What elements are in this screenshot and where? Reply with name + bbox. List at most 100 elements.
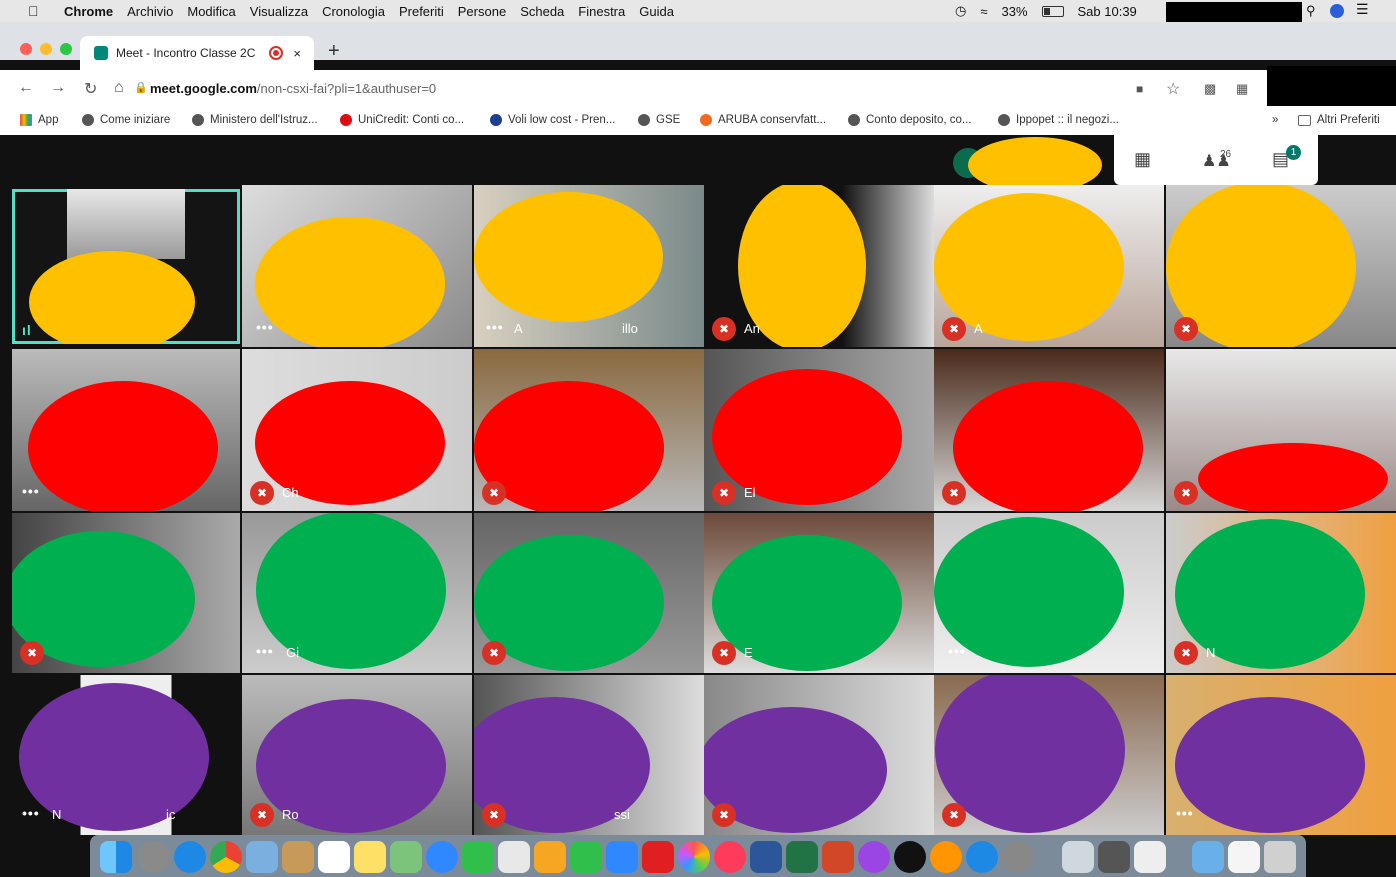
- bookmark-voli[interactable]: Voli low cost - Pren...: [490, 114, 615, 126]
- participant-tile[interactable]: •••: [242, 185, 472, 347]
- close-tab-icon[interactable]: ×: [293, 46, 301, 61]
- keynote-icon[interactable]: [606, 841, 638, 873]
- menu-persone[interactable]: Persone: [458, 4, 506, 19]
- participant-tile[interactable]: ✖ N: [1166, 513, 1396, 673]
- participant-tile[interactable]: ✖ Ro: [242, 675, 472, 835]
- menu-visualizza[interactable]: Visualizza: [250, 4, 308, 19]
- more-options-icon[interactable]: •••: [256, 319, 274, 335]
- bookmark-come-iniziare[interactable]: Come iniziare: [82, 114, 170, 126]
- participant-tile[interactable]: •••: [1166, 675, 1396, 835]
- textedit-icon[interactable]: [498, 841, 530, 873]
- close-window-button[interactable]: [20, 43, 32, 55]
- participant-tile[interactable]: ✖ El: [704, 349, 934, 511]
- contacts-icon[interactable]: [282, 841, 314, 873]
- apple-icon[interactable]: : [28, 3, 50, 19]
- forward-icon[interactable]: →: [50, 79, 66, 97]
- appstore-icon[interactable]: [966, 841, 998, 873]
- calendar-icon[interactable]: [318, 841, 350, 873]
- participant-tile[interactable]: ✖ An: [704, 185, 934, 347]
- extension-icon[interactable]: ▩: [1204, 81, 1216, 97]
- participant-tile[interactable]: ✖ ssi: [474, 675, 704, 835]
- participant-tile[interactable]: ••• A illo: [474, 185, 704, 347]
- time-machine-icon[interactable]: ◷: [955, 3, 966, 19]
- lock-icon[interactable]: 🔒: [134, 81, 148, 94]
- participant-tile[interactable]: ✖ A: [934, 185, 1164, 347]
- menu-app-name[interactable]: Chrome: [64, 4, 113, 19]
- calculator-icon[interactable]: [1098, 841, 1130, 873]
- facetime-icon[interactable]: [462, 841, 494, 873]
- layout-grid-icon[interactable]: ▦: [1134, 149, 1151, 170]
- tab-meet[interactable]: Meet - Incontro Classe 2C ×: [80, 36, 314, 70]
- more-options-icon[interactable]: •••: [948, 643, 966, 659]
- participant-tile[interactable]: ✖: [1166, 349, 1396, 511]
- participant-tile[interactable]: ✖: [12, 513, 240, 673]
- menubar-clock[interactable]: Sab 10:39: [1078, 4, 1137, 19]
- menu-archivio[interactable]: Archivio: [127, 4, 173, 19]
- document-icon[interactable]: [1134, 841, 1166, 873]
- preview-icon[interactable]: [246, 841, 278, 873]
- file-icon[interactable]: [1228, 841, 1260, 873]
- wifi-icon[interactable]: ≈: [980, 4, 987, 19]
- participant-tile[interactable]: •••: [12, 349, 240, 511]
- pages-icon[interactable]: [534, 841, 566, 873]
- participant-tile[interactable]: ✖: [474, 513, 704, 673]
- powerpoint-icon[interactable]: [822, 841, 854, 873]
- numbers-icon[interactable]: [570, 841, 602, 873]
- finder-icon[interactable]: [100, 841, 132, 873]
- more-options-icon[interactable]: •••: [486, 319, 504, 335]
- safari-icon[interactable]: [174, 841, 206, 873]
- participant-tile[interactable]: ıl: [12, 189, 240, 344]
- menu-preferiti[interactable]: Preferiti: [399, 4, 444, 19]
- participant-tile[interactable]: ••• N ic: [12, 675, 240, 835]
- bookmark-gse[interactable]: GSE: [638, 114, 680, 126]
- back-icon[interactable]: ←: [18, 79, 34, 97]
- minimize-window-button[interactable]: [40, 43, 52, 55]
- acrobat-icon[interactable]: [642, 841, 674, 873]
- menu-finestra[interactable]: Finestra: [578, 4, 625, 19]
- participant-tile[interactable]: ✖: [934, 349, 1164, 511]
- podcasts-icon[interactable]: [858, 841, 890, 873]
- more-options-icon[interactable]: •••: [1176, 805, 1194, 821]
- messages-icon[interactable]: [426, 841, 458, 873]
- participant-tile[interactable]: ✖: [474, 349, 704, 511]
- bookmark-aruba[interactable]: ARUBA conservfatt...: [700, 114, 826, 126]
- maps-icon[interactable]: [390, 841, 422, 873]
- extension-grid-icon[interactable]: ▦: [1236, 81, 1248, 97]
- bookmarks-overflow-button[interactable]: »: [1272, 114, 1278, 126]
- bookmark-app[interactable]: App: [20, 114, 58, 126]
- notification-center-icon[interactable]: ☰: [1356, 1, 1369, 18]
- chrome-icon[interactable]: [210, 841, 242, 873]
- camera-icon[interactable]: ■: [1136, 82, 1143, 96]
- bookmark-altri-preferiti[interactable]: Altri Preferiti: [1298, 114, 1380, 126]
- downloads-folder-icon[interactable]: [1192, 841, 1224, 873]
- image-capture-icon[interactable]: [1062, 841, 1094, 873]
- appletv-icon[interactable]: [894, 841, 926, 873]
- new-tab-button[interactable]: +: [328, 40, 340, 63]
- bookmark-star-icon[interactable]: ☆: [1166, 79, 1180, 99]
- participant-tile[interactable]: ••• Gi: [242, 513, 472, 673]
- participant-tile[interactable]: ✖ Ch: [242, 349, 472, 511]
- menu-cronologia[interactable]: Cronologia: [322, 4, 385, 19]
- bookmark-ministero[interactable]: Ministero dell'Istruz...: [192, 114, 318, 126]
- excel-icon[interactable]: [786, 841, 818, 873]
- music-icon[interactable]: [714, 841, 746, 873]
- participant-tile[interactable]: •••: [934, 513, 1164, 673]
- menu-scheda[interactable]: Scheda: [520, 4, 564, 19]
- photos-icon[interactable]: [678, 841, 710, 873]
- battery-icon[interactable]: [1041, 5, 1064, 17]
- reload-icon[interactable]: ↻: [84, 79, 97, 99]
- menu-guida[interactable]: Guida: [639, 4, 674, 19]
- bookmark-conto-deposito[interactable]: Conto deposito, co...: [848, 114, 971, 126]
- bookmark-ippopet[interactable]: Ippopet :: il negozi...: [998, 114, 1119, 126]
- notes-icon[interactable]: [354, 841, 386, 873]
- participant-tile[interactable]: ✖: [934, 675, 1164, 835]
- participant-tile[interactable]: ✖ E: [704, 513, 934, 673]
- spotlight-icon[interactable]: ⚲: [1306, 3, 1316, 19]
- siri-icon[interactable]: [1330, 4, 1344, 18]
- address-bar[interactable]: meet.google.com/non-csxi-fai?pli=1&authu…: [150, 81, 436, 96]
- more-options-icon[interactable]: •••: [22, 483, 40, 499]
- launchpad-icon[interactable]: [138, 841, 170, 873]
- more-options-icon[interactable]: •••: [256, 643, 274, 659]
- zoom-window-button[interactable]: [60, 43, 72, 55]
- home-icon[interactable]: ⌂: [114, 79, 124, 97]
